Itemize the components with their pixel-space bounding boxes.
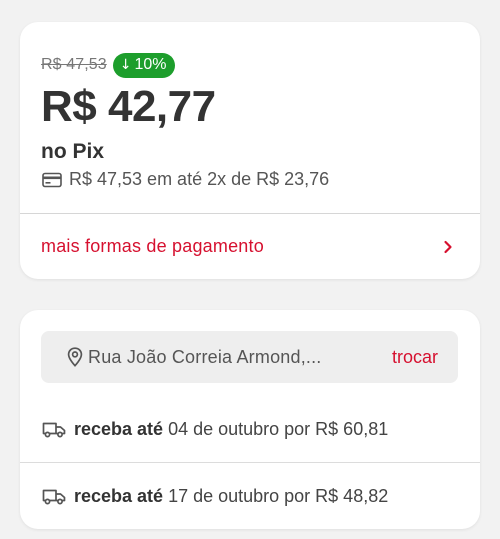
shipping-option: receba até 17 de outubro por R$ 48,82 — [20, 463, 480, 529]
change-address-link[interactable]: trocar — [392, 347, 438, 368]
more-payment-options-button[interactable]: mais formas de pagamento — [20, 214, 480, 279]
discount-value: 10% — [134, 56, 167, 73]
truck-icon — [42, 489, 66, 504]
down-arrow-icon: ↓ — [119, 57, 132, 73]
old-price: R$ 47,53 — [41, 56, 107, 73]
address-box[interactable]: Rua João Correia Armond,... trocar — [41, 331, 458, 383]
delivery-label: receba até — [74, 485, 164, 506]
current-price: R$ 42,77 — [41, 82, 216, 131]
price-section: R$ 47,53 ↓ 10% R$ 42,77 no Pix R$ 47,53 … — [20, 22, 480, 213]
old-price-row: R$ 47,53 ↓ 10% — [41, 52, 480, 78]
credit-card-icon — [42, 172, 62, 187]
location-pin-icon — [67, 347, 83, 367]
chevron-right-icon — [444, 240, 452, 253]
shipping-option: receba até 04 de outubro por R$ 60,81 — [20, 396, 480, 462]
installments-text: R$ 47,53 em até 2x de R$ 23,76 — [69, 169, 330, 189]
truck-icon — [42, 422, 66, 437]
price-card: R$ 47,53 ↓ 10% R$ 42,77 no Pix R$ 47,53 … — [20, 22, 480, 279]
installments-info: R$ 47,53 em até 2x de R$ 23,76 — [41, 169, 480, 190]
delivery-label: receba até — [74, 418, 164, 439]
address-display: Rua João Correia Armond,... — [67, 347, 322, 368]
payment-method-label: no Pix — [41, 140, 105, 163]
more-payment-label: mais formas de pagamento — [41, 236, 264, 256]
delivery-detail: 04 de outubro por R$ 60,81 — [168, 418, 389, 439]
delivery-detail: 17 de outubro por R$ 48,82 — [168, 485, 389, 506]
address-text: Rua João Correia Armond,... — [88, 346, 322, 367]
shipping-card: Rua João Correia Armond,... trocar receb… — [20, 310, 480, 529]
discount-badge: ↓ 10% — [112, 52, 175, 78]
